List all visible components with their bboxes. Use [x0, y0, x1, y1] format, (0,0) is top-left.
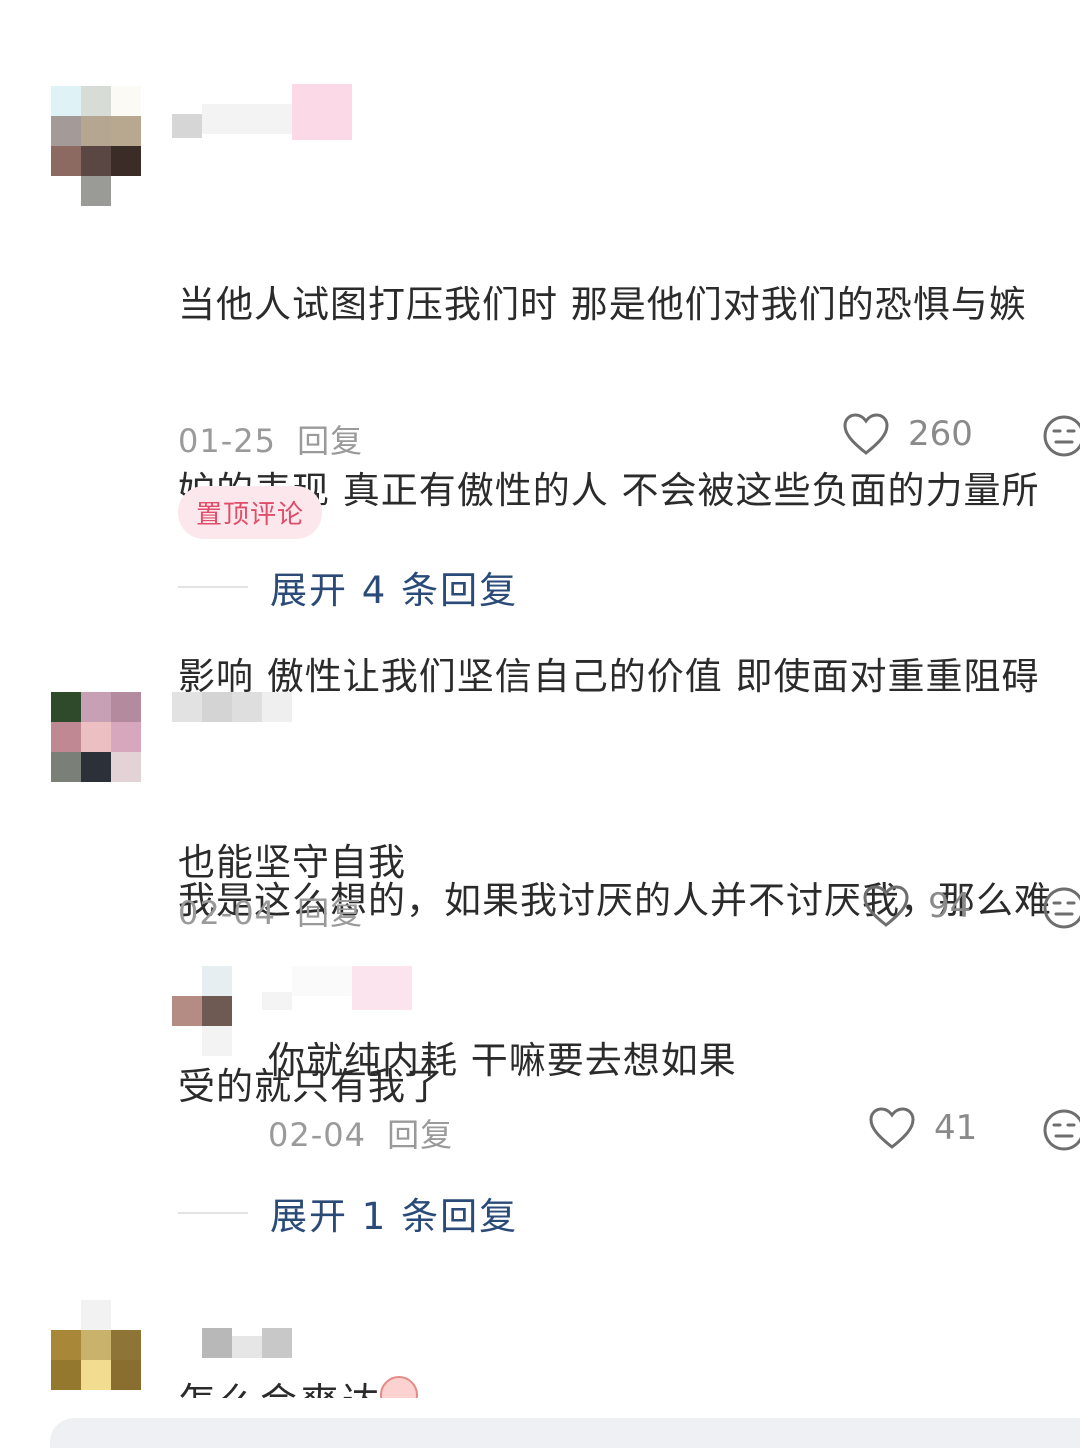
comment-date: 01-25: [178, 422, 276, 460]
pinned-tag: 置顶评论: [178, 486, 323, 539]
reply-button[interactable]: 回复: [297, 894, 363, 932]
like-button[interactable]: 260: [842, 412, 973, 456]
reply-date: 02-04: [268, 1116, 366, 1154]
reply-meta: 02-04 回复: [268, 1110, 453, 1156]
like-count: 41: [934, 1108, 978, 1148]
comment-date: 02-04: [178, 894, 276, 932]
reply-avatar[interactable]: [172, 966, 232, 1056]
username[interactable]: [172, 84, 352, 140]
username[interactable]: [172, 692, 292, 722]
heart-outline-icon: [863, 885, 909, 927]
divider: [178, 1212, 248, 1214]
reply-username[interactable]: [262, 966, 412, 1010]
avatar[interactable]: [51, 1300, 141, 1390]
heart-outline-icon: [843, 413, 889, 455]
comment-input-bar[interactable]: [50, 1418, 1080, 1448]
comment-line: 怎么会爽达: [178, 1372, 1058, 1398]
like-button[interactable]: 94: [862, 884, 971, 928]
emoji-face-icon[interactable]: [1042, 414, 1080, 458]
reply-text: 你就纯内耗 干嘛要去想如果: [268, 1039, 737, 1082]
comment-line: 当他人试图打压我们时 那是他们对我们的恐惧与嫉: [178, 283, 1027, 326]
like-count: 94: [928, 886, 972, 926]
expand-replies-button[interactable]: 展开 1 条回复: [178, 1186, 518, 1240]
heart-outline-icon: [869, 1107, 915, 1149]
expand-replies-button[interactable]: 展开 4 条回复: [178, 560, 518, 614]
expand-replies-label: 展开 4 条回复: [270, 569, 519, 612]
comment-line: 影响 傲性让我们坚信自己的价值 即使面对重重阻碍: [178, 655, 1040, 698]
comment-meta: 02-04 回复: [178, 888, 363, 934]
comment-text-partial: 怎么会爽达: [178, 1372, 1058, 1398]
emoji-face-icon[interactable]: [1042, 1108, 1080, 1152]
reply-button[interactable]: 回复: [387, 1116, 453, 1154]
emoji-face-icon[interactable]: [1042, 886, 1080, 930]
comment-meta: 01-25 回复: [178, 416, 363, 462]
divider: [178, 586, 248, 588]
avatar[interactable]: [51, 86, 141, 206]
like-count: 260: [908, 414, 973, 454]
peach-emoji-icon: [380, 1372, 420, 1398]
expand-replies-label: 展开 1 条回复: [270, 1195, 519, 1238]
username[interactable]: [172, 1328, 292, 1358]
avatar[interactable]: [51, 692, 141, 782]
reply-button[interactable]: 回复: [297, 422, 363, 460]
like-button[interactable]: 41: [868, 1106, 977, 1150]
